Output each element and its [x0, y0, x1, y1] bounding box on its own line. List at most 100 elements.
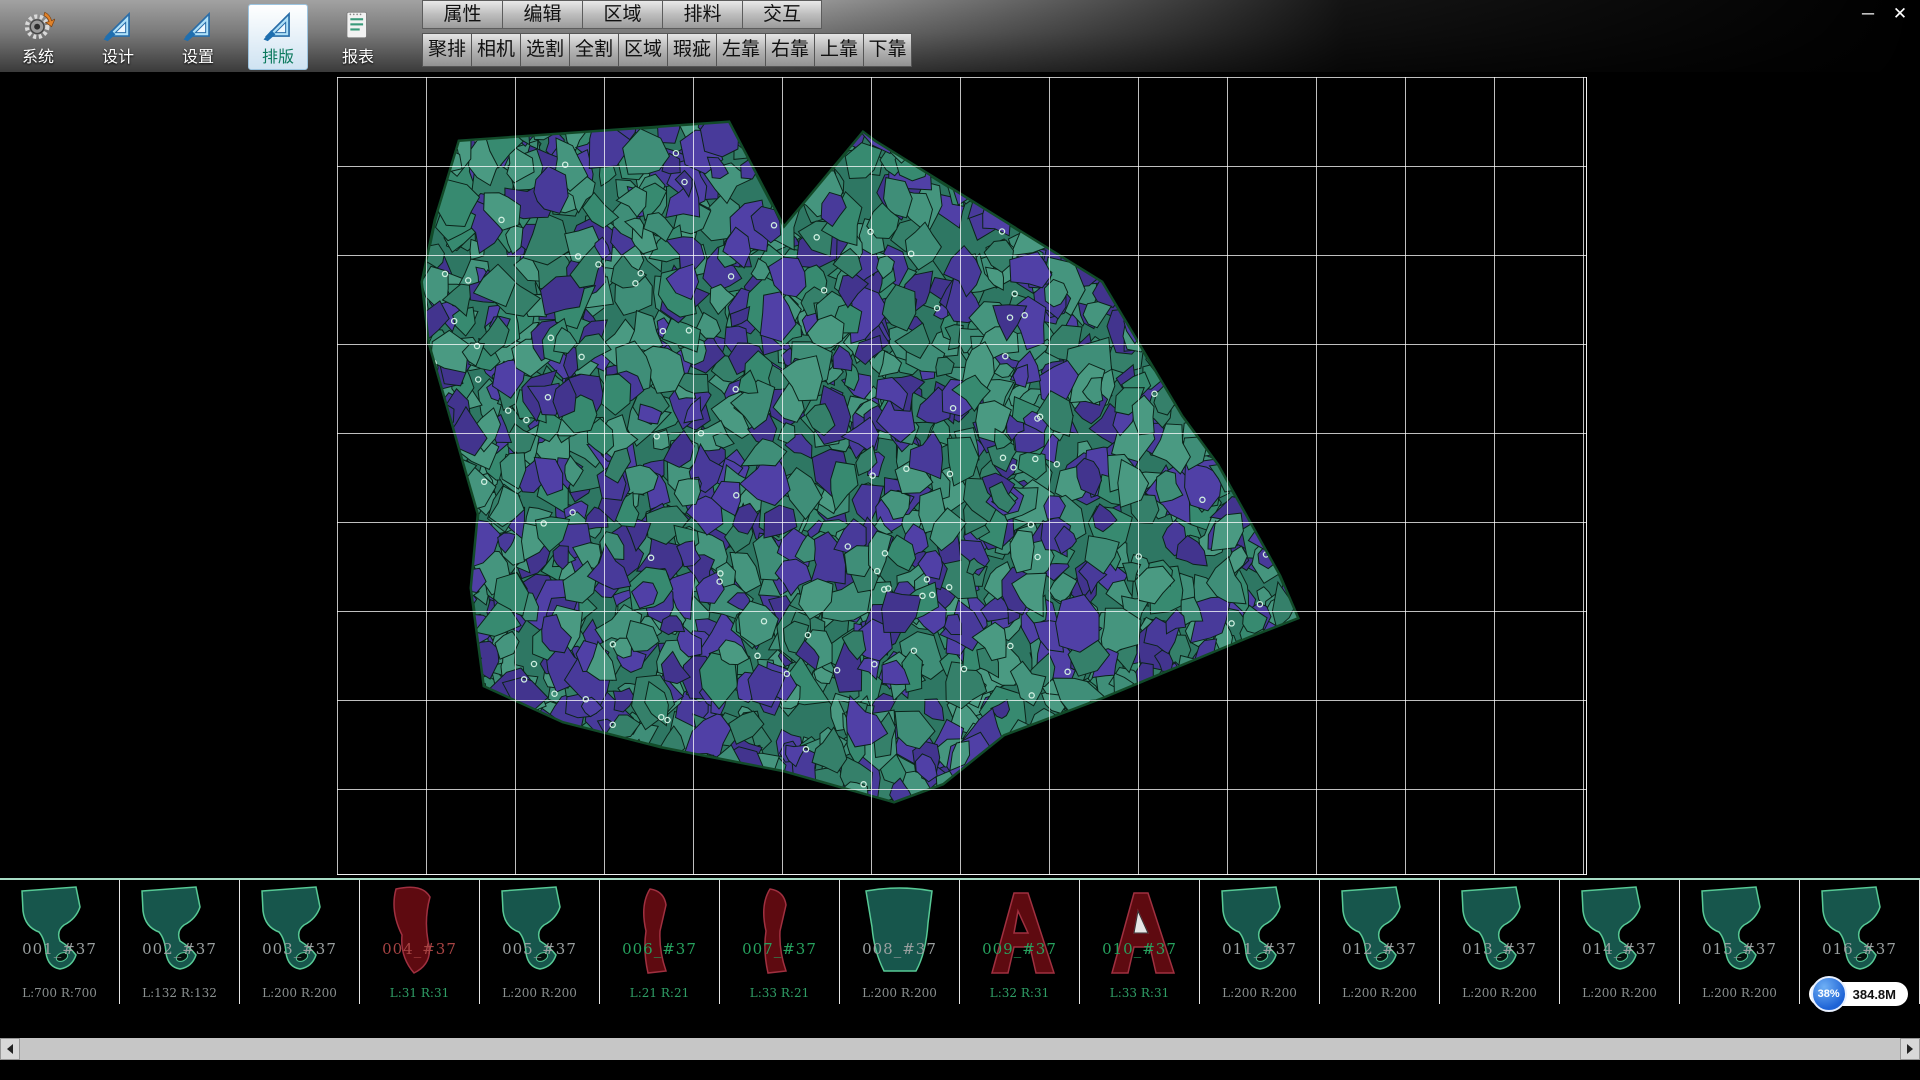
app-tab-5[interactable]: 报表 [328, 4, 388, 70]
piece-lr-count: L:132 R:132 [120, 986, 239, 1000]
piece-lr-count: L:32 R:31 [960, 986, 1079, 1000]
piece-name: 001_#37 [0, 940, 119, 958]
piece-lr-count: L:31 R:31 [360, 986, 479, 1000]
tool-button-6[interactable]: 瑕疵 [667, 33, 716, 67]
piece-shape-icon [970, 881, 1070, 985]
piece-name: 016_#37 [1800, 940, 1919, 958]
piece-thumbnail-13[interactable]: 013_#37L:200 R:200 [1440, 880, 1560, 1004]
tool-button-10[interactable]: 下靠 [863, 33, 912, 67]
piece-lr-count: L:200 R:200 [240, 986, 359, 1000]
piece-shape-icon [1810, 881, 1910, 985]
app-tab-label: 设计 [102, 43, 134, 67]
menu-tab-4[interactable]: 排料 [662, 0, 742, 29]
piece-shape-icon [1210, 881, 1310, 985]
piece-name: 004_#37 [360, 940, 479, 958]
piece-thumbnail-2[interactable]: 002_#37 L:132 R:132 [120, 880, 240, 1004]
piece-shape-icon [1090, 881, 1190, 985]
piece-thumbnail-10[interactable]: 010_#37 L:33 R:31 [1080, 880, 1200, 1004]
scroll-left-button[interactable] [0, 1038, 20, 1060]
memory-pill: 38% 384.8M [1809, 982, 1908, 1006]
menu-area: 属性编辑区域排料交互 聚排相机选割全割区域瑕疵左靠右靠上靠下靠 [422, 0, 912, 69]
piece-thumbnail-12[interactable]: 012_#37 L:200 R:200 [1320, 880, 1440, 1004]
scroll-left-icon [7, 1044, 13, 1054]
status-badge: 38% 384.8M [1809, 982, 1908, 1006]
piece-lr-count: L:21 R:21 [600, 986, 719, 1000]
thumbnail-strip[interactable]: 001_#37L:700 R:700002_#37L:132 R:132003_… [0, 878, 1920, 1004]
progress-circle: 38% [1811, 976, 1847, 1012]
piece-name: 008_#37 [840, 940, 959, 958]
app-tab-2[interactable]: 设计 [88, 4, 148, 70]
piece-lr-count: L:700 R:700 [0, 986, 119, 1000]
set-square-icon [181, 8, 215, 42]
piece-name: 007_#37 [720, 940, 839, 958]
piece-shape-icon [1450, 881, 1550, 985]
tool-button-3[interactable]: 选割 [520, 33, 569, 67]
tool-button-5[interactable]: 区域 [618, 33, 667, 67]
scrollbar-track[interactable] [20, 1038, 1900, 1060]
piece-thumbnail-9[interactable]: 009_#37 L:32 R:31 [960, 880, 1080, 1004]
tool-button-9[interactable]: 上靠 [814, 33, 863, 67]
tool-button-1[interactable]: 聚排 [422, 33, 471, 67]
piece-name: 011_#37 [1200, 940, 1319, 958]
toolbar: 系统设计设置排版报表 属性编辑区域排料交互 聚排相机选割全割区域瑕疵左靠右靠上靠… [0, 0, 1920, 73]
piece-lr-count: L:200 R:200 [1680, 986, 1799, 1000]
leather-hide-canvas[interactable] [0, 73, 1920, 878]
scroll-right-icon [1907, 1044, 1913, 1054]
piece-thumbnail-3[interactable]: 003_#37 L:200 R:200 [240, 880, 360, 1004]
app-tab-1[interactable]: 系统 [8, 4, 68, 70]
nesting-canvas[interactable] [0, 73, 1920, 878]
piece-thumbnail-14[interactable]: 014_#37L:200 R:200 [1560, 880, 1680, 1004]
app-tab-4[interactable]: 排版 [248, 4, 308, 70]
piece-lr-count: L:33 R:21 [720, 986, 839, 1000]
minimize-button[interactable]: ─ [1854, 2, 1882, 26]
piece-thumbnail-11[interactable]: 011_#37 L:200 R:200 [1200, 880, 1320, 1004]
piece-name: 013_#37 [1440, 940, 1559, 958]
tool-button-4[interactable]: 全割 [569, 33, 618, 67]
report-icon [341, 8, 375, 42]
close-button[interactable]: ✕ [1886, 2, 1914, 26]
piece-lr-count: L:200 R:200 [1560, 986, 1679, 1000]
piece-shape-icon [250, 881, 350, 985]
piece-lr-count: L:200 R:200 [480, 986, 599, 1000]
menu-tab-1[interactable]: 属性 [422, 0, 502, 29]
piece-lr-count: L:200 R:200 [1200, 986, 1319, 1000]
gear-icon [21, 8, 55, 42]
piece-name: 009_#37 [960, 940, 1079, 958]
piece-name: 012_#37 [1320, 940, 1439, 958]
tool-button-2[interactable]: 相机 [471, 33, 520, 67]
piece-thumbnail-7[interactable]: 007_#37 L:33 R:21 [720, 880, 840, 1004]
piece-name: 006_#37 [600, 940, 719, 958]
menu-tab-5[interactable]: 交互 [742, 0, 822, 29]
piece-thumbnail-4[interactable]: 004_#37 L:31 R:31 [360, 880, 480, 1004]
piece-thumbnail-1[interactable]: 001_#37 L:700 R:700 [0, 880, 120, 1004]
piece-shape-icon [730, 881, 830, 985]
piece-shape-icon [10, 881, 110, 985]
menu-tab-row: 属性编辑区域排料交互 [422, 0, 912, 30]
piece-shape-icon [370, 881, 470, 985]
piece-thumbnail-15[interactable]: 015_#37L:200 R:200 [1680, 880, 1800, 1004]
app-tab-bar: 系统 设计 设置排版报表 [8, 2, 388, 72]
piece-name: 003_#37 [240, 940, 359, 958]
piece-shape-icon [130, 881, 230, 985]
piece-lr-count: L:33 R:31 [1080, 986, 1199, 1000]
piece-lr-count: L:200 R:200 [1320, 986, 1439, 1000]
piece-thumbnail-8[interactable]: 008_#37L:200 R:200 [840, 880, 960, 1004]
tool-button-7[interactable]: 左靠 [716, 33, 765, 67]
piece-shape-icon [850, 881, 950, 985]
scroll-right-button[interactable] [1900, 1038, 1920, 1060]
menu-tab-2[interactable]: 编辑 [502, 0, 582, 29]
piece-thumbnail-5[interactable]: 005_#37L:200 R:200 [480, 880, 600, 1004]
app-tab-3[interactable]: 设置 [168, 4, 228, 70]
window-controls: ─ ✕ [1854, 2, 1914, 26]
horizontal-scrollbar[interactable] [0, 1038, 1920, 1060]
app-tab-label: 系统 [22, 43, 54, 67]
piece-thumbnail-6[interactable]: 006_#37 L:21 R:21 [600, 880, 720, 1004]
piece-name: 010_#37 [1080, 940, 1199, 958]
piece-name: 002_#37 [120, 940, 239, 958]
piece-shape-icon [1690, 881, 1790, 985]
piece-shape-icon [490, 881, 590, 985]
menu-tab-3[interactable]: 区域 [582, 0, 662, 29]
set-square-icon [101, 8, 135, 42]
tool-button-8[interactable]: 右靠 [765, 33, 814, 67]
piece-shape-icon [1330, 881, 1430, 985]
